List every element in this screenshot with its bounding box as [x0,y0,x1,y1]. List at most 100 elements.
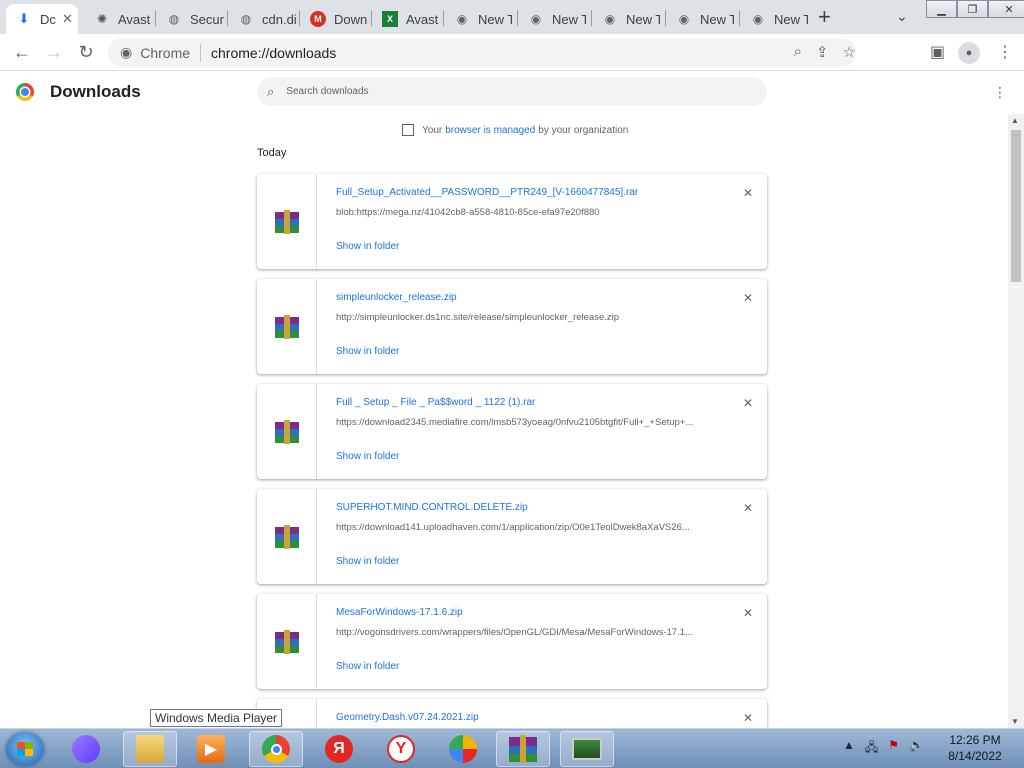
show-in-folder-link[interactable]: Show in folder [336,241,399,252]
taskbar-app-yandex[interactable]: Y [374,731,428,767]
share-icon[interactable]: ⇪ [816,43,829,61]
site-chip[interactable]: ◉ Chrome [120,44,190,61]
tab-avast-sheet[interactable]: X Avast [372,4,442,34]
action-center-flag-icon[interactable]: ⚑ [888,738,899,759]
chrome-logo-icon [16,83,34,101]
reload-icon[interactable]: ↻ [74,42,98,63]
new-tab-button[interactable]: + [818,6,831,28]
file-name-link[interactable]: simpleunlocker_release.zip [336,292,457,303]
minimize-button[interactable]: ▁ [926,0,957,18]
chrome-icon: ◉ [530,12,542,26]
tab-avast[interactable]: ✺ Avast [84,4,154,34]
tab-label: Dc [40,11,56,27]
chrome-icon: ◉ [678,12,690,26]
winrar-archive-icon [274,524,299,549]
taskbar-app-chrome[interactable] [249,731,303,767]
taskbar-app-vpn[interactable] [436,731,490,767]
volume-icon[interactable]: 🔈 [909,738,924,759]
file-icon-column [257,594,317,689]
taskbar-app-winrar[interactable] [496,731,550,767]
taskbar-clock[interactable]: 12:26 PM 8/14/2022 [940,732,1010,764]
back-arrow-icon[interactable]: ← [10,42,34,63]
menu-kebab-icon[interactable]: ⋮ [997,42,1013,62]
page-scrollbar[interactable]: ▲ ▼ [1008,114,1024,728]
download-item: Full _ Setup _ File _ Pa$$word _ 1122 (1… [257,384,767,479]
tab-label: Secur [190,11,224,27]
chrome-icon: ◉ [752,12,764,26]
show-in-folder-link[interactable]: Show in folder [336,451,399,462]
omnibox-divider [200,43,202,62]
file-source-url[interactable]: http://vogonsdrivers.com/wrappers/files/… [336,627,716,638]
tab-label: New T [700,11,734,27]
globe-icon: ◍ [168,12,180,26]
tab-new-1[interactable]: ◉ New T [444,4,516,34]
file-name-link[interactable]: Full _ Setup _ File _ Pa$$word _ 1122 (1… [336,397,535,408]
section-heading-today: Today [257,147,287,159]
restore-button[interactable]: ❐ [957,0,988,18]
bookmark-star-icon[interactable]: ☆ [843,43,856,61]
tab-downloads[interactable]: ⬇ Dc ✕ [6,4,78,34]
start-button[interactable] [6,732,44,766]
tab-strip: ⬇ Dc ✕ ✺ Avast ◍ Secur ◍ cdn.di M Down X… [0,0,1024,34]
show-hidden-icons-icon[interactable]: ▲ [843,738,855,759]
remove-close-icon[interactable]: ✕ [743,396,753,410]
tab-secure[interactable]: ◍ Secur [156,4,226,34]
page-menu-kebab-icon[interactable]: ⋮ [993,84,1007,101]
taskbar-app-media-player[interactable]: ▶ [184,731,238,767]
profile-avatar-icon[interactable]: ● [958,42,980,64]
file-source-url[interactable]: blob:https://mega.nz/41042cb8-a558-4810-… [336,207,716,218]
search-downloads-input[interactable]: ⌕ Search downloads [257,77,767,106]
zoom-icon[interactable]: ⌕ [794,43,802,61]
taskbar-tooltip: Windows Media Player [150,709,283,727]
winrar-archive-icon [274,209,299,234]
managed-notice: Your browser is managed by your organiza… [402,124,628,136]
file-name-link[interactable]: Geometry.Dash.v07.24.2021.zip [336,712,479,723]
remove-close-icon[interactable]: ✕ [743,711,753,725]
taskbar-app-explorer[interactable] [123,731,177,767]
scroll-thumb[interactable] [1011,130,1021,282]
winrar-archive-icon [274,419,299,444]
file-icon-column [257,174,317,269]
close-window-button[interactable]: ✕ [988,0,1024,18]
clock-date: 8/14/2022 [948,749,1002,763]
remove-close-icon[interactable]: ✕ [743,501,753,515]
tab-label: New T [552,11,586,27]
taskbar-app-alice[interactable] [59,731,113,767]
scroll-down-arrow-icon[interactable]: ▼ [1011,717,1019,726]
taskbar-app-yandex-browser[interactable]: Я [312,731,366,767]
download-item: Geometry.Dash.v07.24.2021.zip ✕ [257,699,767,728]
close-icon[interactable]: ✕ [62,11,73,27]
gmail-icon: M [310,11,326,27]
scroll-up-arrow-icon[interactable]: ▲ [1011,116,1019,125]
file-name-link[interactable]: SUPERHOT.MIND.CONTROL.DELETE.zip [336,502,528,513]
file-source-url[interactable]: https://download141.uploadhaven.com/1/ap… [336,522,716,533]
show-in-folder-link[interactable]: Show in folder [336,661,399,672]
show-in-folder-link[interactable]: Show in folder [336,346,399,357]
taskbar-app-monitor[interactable] [560,731,614,767]
file-source-url[interactable]: http://simpleunlocker.ds1nc.site/release… [336,312,716,323]
url-text[interactable]: chrome://downloads [211,45,336,61]
tab-new-4[interactable]: ◉ New T [666,4,738,34]
tab-gmail[interactable]: M Down [300,4,370,34]
winrar-archive-icon [274,314,299,339]
file-source-url[interactable]: https://download2345.mediafire.com/lmsb5… [336,417,716,428]
remove-close-icon[interactable]: ✕ [743,606,753,620]
tab-new-3[interactable]: ◉ New T [592,4,664,34]
file-name-link[interactable]: Full_Setup_Activated__PASSWORD__PTR249_[… [336,187,638,198]
managed-link[interactable]: browser is managed [445,125,535,136]
side-panel-icon[interactable]: ▣ [930,42,945,62]
avast-icon: ✺ [96,12,108,26]
tab-cdn[interactable]: ◍ cdn.di [228,4,298,34]
remove-close-icon[interactable]: ✕ [743,186,753,200]
file-name-link[interactable]: MesaForWindows-17.1.6.zip [336,607,463,618]
forward-arrow-icon[interactable]: → [42,42,66,63]
tab-search-chevron-icon[interactable]: ⌄ [896,8,908,25]
omnibox[interactable]: ◉ Chrome chrome://downloads ⌕ ⇪ ☆ [108,38,856,67]
tab-label: Down [334,11,368,27]
tab-new-5[interactable]: ◉ New T [740,4,812,34]
tab-new-2[interactable]: ◉ New T [518,4,590,34]
show-in-folder-link[interactable]: Show in folder [336,556,399,567]
remove-close-icon[interactable]: ✕ [743,291,753,305]
download-item: MesaForWindows-17.1.6.zip http://vogonsd… [257,594,767,689]
network-icon[interactable]: 🖧 [865,738,878,759]
